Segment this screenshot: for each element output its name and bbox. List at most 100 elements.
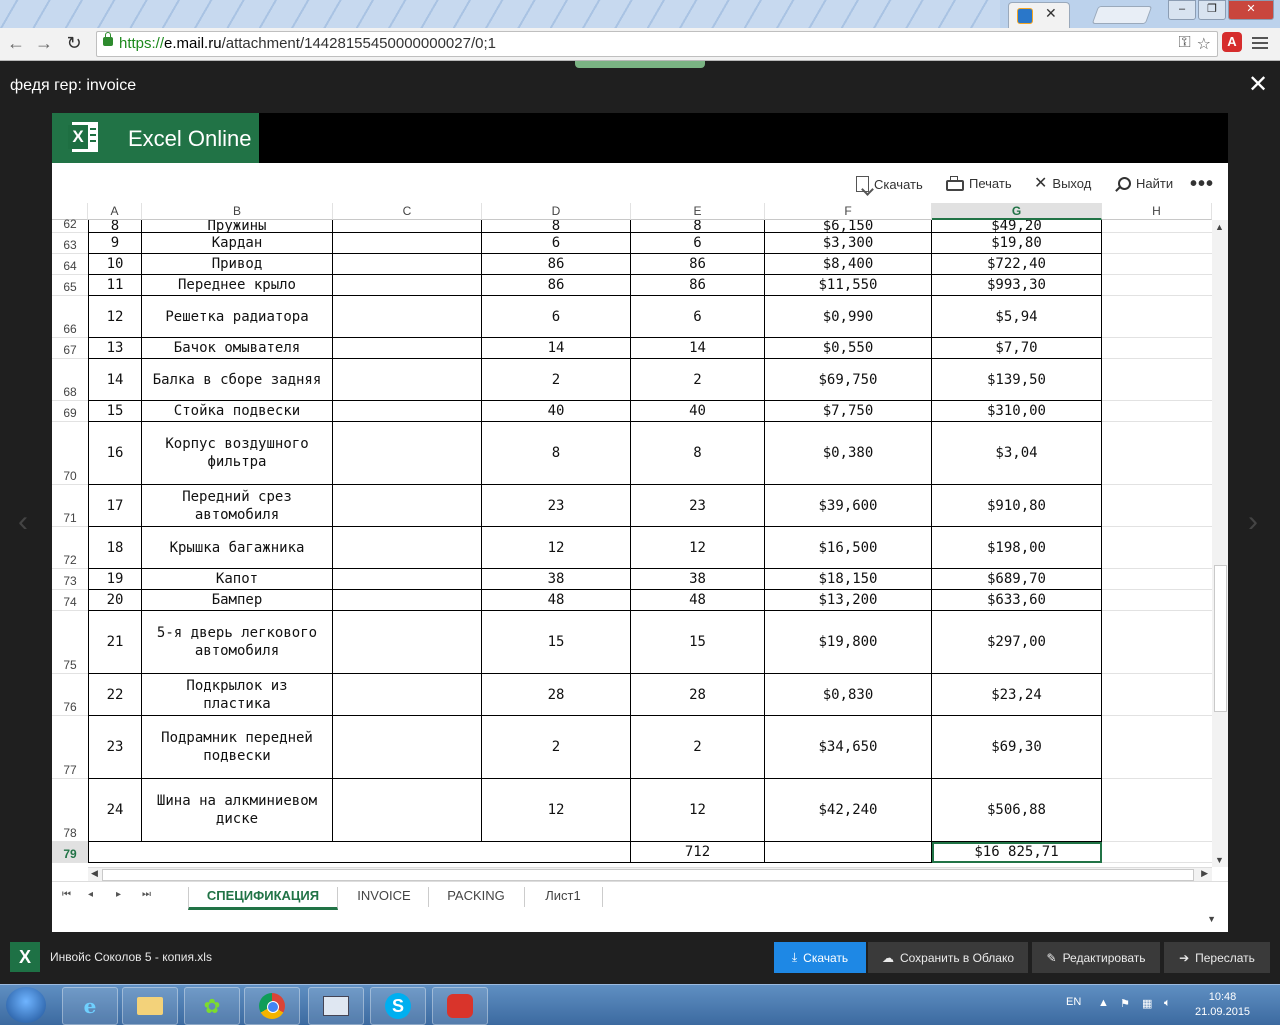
cell-g[interactable]: $23,24 — [932, 674, 1102, 716]
cell-a[interactable]: 16 — [88, 422, 142, 485]
first-sheet-icon[interactable]: ⏮ — [62, 889, 71, 900]
row-header[interactable]: 73 — [52, 569, 88, 590]
row-header[interactable]: 67 — [52, 338, 88, 359]
cell-g[interactable]: $49,20 — [932, 220, 1102, 233]
chevron-down-icon[interactable]: ▼ — [1207, 914, 1216, 924]
cell-e[interactable]: 23 — [631, 485, 765, 527]
cell-f[interactable]: $11,550 — [765, 275, 932, 296]
chat-app-icon[interactable] — [432, 987, 488, 1025]
flag-icon[interactable]: ⚑ — [1120, 997, 1130, 1010]
row-header[interactable]: 62 — [52, 217, 88, 233]
scroll-right-icon[interactable]: ▶ — [1201, 868, 1208, 879]
cell-h[interactable] — [1102, 422, 1212, 485]
next-sheet-icon[interactable]: ▸ — [116, 889, 121, 900]
tray-expand-icon[interactable]: ▲ — [1098, 997, 1109, 1009]
minimize-icon[interactable]: – — [1168, 0, 1196, 20]
cell-e[interactable]: 2 — [631, 716, 765, 779]
cell-a[interactable]: 18 — [88, 527, 142, 569]
cell-d[interactable]: 14 — [482, 338, 631, 359]
scroll-left-icon[interactable]: ◀ — [91, 868, 98, 879]
cell-g[interactable]: $69,30 — [932, 716, 1102, 779]
cell-e[interactable]: 86 — [631, 254, 765, 275]
cell-e[interactable]: 48 — [631, 590, 765, 611]
footer-download-button[interactable]: ⤓ Скачать — [774, 942, 866, 973]
prev-sheet-icon[interactable]: ◂ — [88, 889, 93, 900]
cell-c[interactable] — [333, 220, 482, 233]
cell-e[interactable]: 38 — [631, 569, 765, 590]
column-header-e[interactable]: E — [631, 203, 765, 220]
cell-a[interactable]: 21 — [88, 611, 142, 674]
cell-g[interactable]: $19,80 — [932, 233, 1102, 254]
prev-attachment-icon[interactable]: ‹ — [18, 505, 28, 539]
cell-h[interactable] — [1102, 254, 1212, 275]
cell-d[interactable]: 12 — [482, 527, 631, 569]
row-header[interactable]: 70 — [52, 422, 88, 485]
cell-f[interactable]: $0,830 — [765, 674, 932, 716]
cell-d[interactable]: 2 — [482, 716, 631, 779]
cell-e[interactable]: 40 — [631, 401, 765, 422]
cell-e[interactable]: 6 — [631, 296, 765, 338]
cell-d[interactable]: 86 — [482, 275, 631, 296]
total-amount-cell[interactable]: $16 825,71 — [932, 842, 1102, 863]
cell-f[interactable]: $69,750 — [765, 359, 932, 401]
volume-icon[interactable]: 🔈︎ — [1164, 997, 1171, 1010]
file-explorer-icon[interactable] — [122, 987, 178, 1025]
column-header-h[interactable]: H — [1102, 203, 1212, 220]
cell-b[interactable]: Стойка подвески — [142, 401, 333, 422]
cell-c[interactable] — [333, 569, 482, 590]
cell-h[interactable] — [1102, 716, 1212, 779]
cell-a[interactable]: 24 — [88, 779, 142, 842]
cell-d[interactable]: 28 — [482, 674, 631, 716]
cell-d[interactable]: 23 — [482, 485, 631, 527]
cell-f[interactable]: $0,990 — [765, 296, 932, 338]
system-clock[interactable]: 10:48 21.09.2015 — [1195, 990, 1250, 1020]
cell-c[interactable] — [333, 296, 482, 338]
more-options-icon[interactable]: ••• — [1190, 173, 1214, 196]
cell-g[interactable]: $722,40 — [932, 254, 1102, 275]
cell-a[interactable]: 9 — [88, 233, 142, 254]
print-button[interactable]: Печать — [946, 176, 1012, 191]
bookmark-star-icon[interactable]: ☆ — [1197, 34, 1211, 54]
column-header-d[interactable]: D — [482, 203, 631, 220]
scroll-up-icon[interactable]: ▲ — [1215, 222, 1224, 232]
cell-h[interactable] — [1102, 220, 1212, 233]
cell-g[interactable]: $993,30 — [932, 275, 1102, 296]
cell-d[interactable]: 6 — [482, 233, 631, 254]
sheet-tab[interactable]: PACKING — [428, 887, 525, 907]
cell-g[interactable]: $506,88 — [932, 779, 1102, 842]
cell-h[interactable] — [1102, 590, 1212, 611]
cell-a[interactable]: 17 — [88, 485, 142, 527]
edit-button[interactable]: ✎ Редактировать — [1032, 942, 1160, 973]
cell-b[interactable]: Балка в сборе задняя — [142, 359, 333, 401]
cell-g[interactable]: $633,60 — [932, 590, 1102, 611]
cell-b[interactable]: Бачок омывателя — [142, 338, 333, 359]
total-quantity-cell[interactable]: 712 — [631, 842, 765, 863]
cell-d[interactable]: 86 — [482, 254, 631, 275]
cell-b[interactable]: Капот — [142, 569, 333, 590]
column-header-c[interactable]: C — [333, 203, 482, 220]
cell-h[interactable] — [1102, 842, 1212, 863]
cell-f[interactable]: $13,200 — [765, 590, 932, 611]
cell-f[interactable]: $34,650 — [765, 716, 932, 779]
cell-c[interactable] — [333, 275, 482, 296]
cell-h[interactable] — [1102, 779, 1212, 842]
cell-c[interactable] — [333, 674, 482, 716]
save-to-cloud-button[interactable]: ☁ Сохранить в Облако — [868, 942, 1028, 973]
cell-b[interactable]: Подрамник передней подвески — [142, 716, 333, 779]
row-header[interactable]: 64 — [52, 254, 88, 275]
address-bar[interactable]: https://e.mail.ru/attachment/14428155450… — [96, 31, 1218, 57]
viewer-close-icon[interactable]: ✕ — [1248, 70, 1268, 99]
cell-b[interactable]: Переднее крыло — [142, 275, 333, 296]
cell-b[interactable]: Подкрылок из пластика — [142, 674, 333, 716]
chrome-icon[interactable] — [244, 987, 300, 1025]
network-app-icon[interactable] — [308, 987, 364, 1025]
row-header[interactable]: 71 — [52, 485, 88, 527]
cell-h[interactable] — [1102, 233, 1212, 254]
cell-g[interactable]: $139,50 — [932, 359, 1102, 401]
row-header[interactable]: 63 — [52, 233, 88, 254]
excel-brand[interactable]: X Excel Online — [52, 113, 259, 163]
cell-d[interactable]: 2 — [482, 359, 631, 401]
row-header[interactable]: 75 — [52, 611, 88, 674]
cell-c[interactable] — [333, 485, 482, 527]
cell-h[interactable] — [1102, 338, 1212, 359]
